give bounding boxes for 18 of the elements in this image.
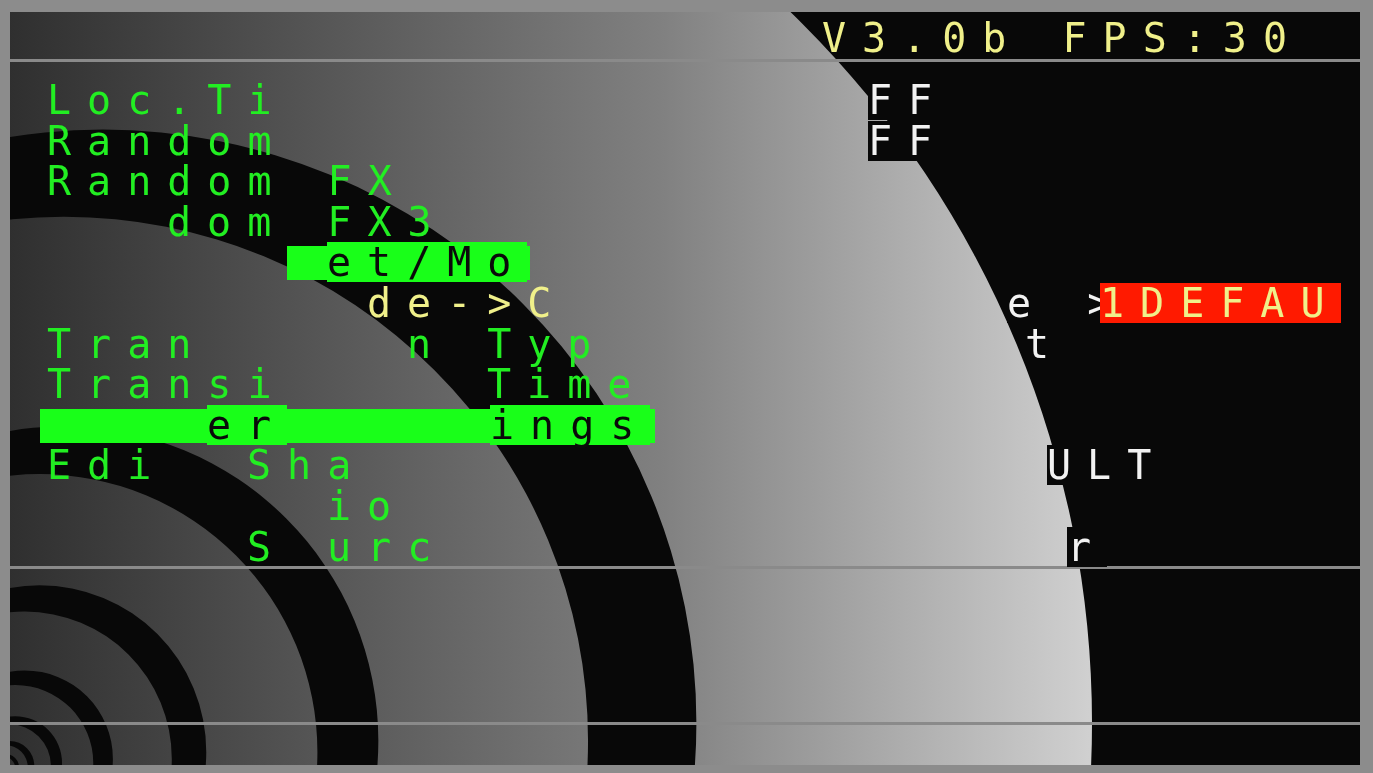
menu-label: Sha bbox=[247, 445, 368, 486]
menu-text: de->C bbox=[367, 283, 568, 323]
menu-label: Transi bbox=[47, 364, 288, 405]
menu-label: Loc.Ti bbox=[47, 80, 288, 120]
menu-label: Edi bbox=[47, 445, 168, 486]
menu-label: io bbox=[327, 486, 408, 526]
menu-label: Random bbox=[47, 120, 288, 161]
menu-label: S bbox=[247, 526, 288, 567]
menu-label: Tran bbox=[47, 323, 208, 364]
menu-label: et/Mo bbox=[327, 242, 528, 283]
header-text: V3.0b FPS:30 bbox=[822, 18, 1303, 58]
setting-value: r bbox=[1067, 526, 1108, 567]
menu-label: er bbox=[207, 404, 288, 445]
menu-label: dom FX3 bbox=[167, 201, 448, 242]
selected-value: 1DEFAU bbox=[1100, 283, 1341, 323]
menu-label: urc bbox=[327, 526, 448, 567]
menu-label: ings bbox=[490, 404, 651, 445]
menu-label: Random FX bbox=[47, 161, 408, 202]
